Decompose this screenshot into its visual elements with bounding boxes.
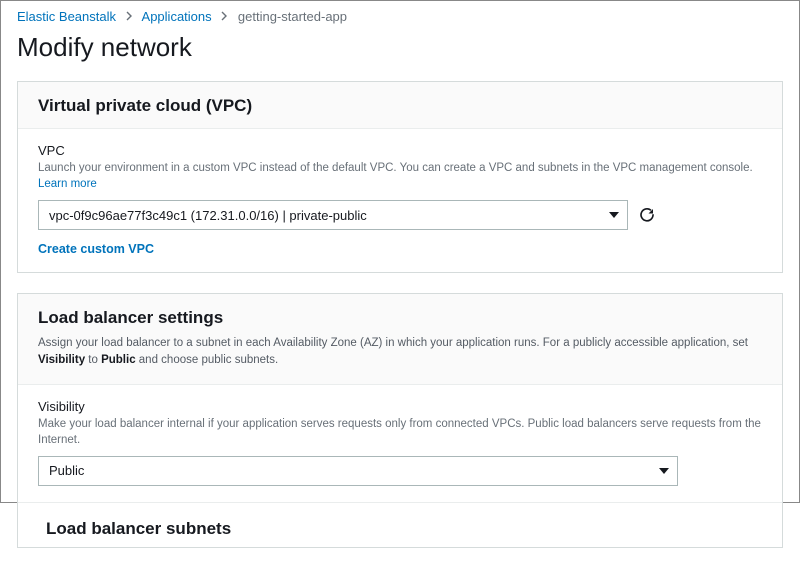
refresh-button[interactable]	[638, 206, 656, 224]
vpc-field-label: VPC	[38, 143, 762, 158]
breadcrumb-current: getting-started-app	[238, 9, 347, 24]
page-title: Modify network	[1, 28, 799, 81]
chevron-down-icon	[609, 212, 619, 218]
load-balancer-card: Load balancer settings Assign your load …	[17, 293, 783, 548]
learn-more-link[interactable]: Learn more	[38, 178, 97, 190]
breadcrumb-link-apps[interactable]: Applications	[142, 9, 212, 24]
refresh-icon	[638, 206, 656, 224]
visibility-select-value: Public	[49, 463, 84, 478]
visibility-desc: Make your load balancer internal if your…	[38, 416, 762, 448]
breadcrumb: Elastic Beanstalk Applications getting-s…	[1, 1, 799, 28]
chevron-right-icon	[126, 9, 133, 24]
lb-subnets-header: Load balancer subnets	[18, 503, 782, 547]
vpc-card-header: Virtual private cloud (VPC)	[18, 82, 782, 129]
visibility-select[interactable]: Public	[38, 456, 678, 486]
vpc-card: Virtual private cloud (VPC) VPC Launch y…	[17, 81, 783, 273]
vpc-select-value: vpc-0f9c96ae77f3c49c1 (172.31.0.0/16) | …	[49, 208, 367, 223]
vpc-select[interactable]: vpc-0f9c96ae77f3c49c1 (172.31.0.0/16) | …	[38, 200, 628, 230]
lb-card-desc: Assign your load balancer to a subnet in…	[18, 329, 782, 385]
chevron-right-icon	[221, 9, 228, 24]
chevron-down-icon	[659, 468, 669, 474]
visibility-label: Visibility	[38, 399, 762, 414]
breadcrumb-link-eb[interactable]: Elastic Beanstalk	[17, 9, 116, 24]
create-custom-vpc-link[interactable]: Create custom VPC	[38, 242, 154, 256]
vpc-field-desc: Launch your environment in a custom VPC …	[38, 160, 762, 192]
